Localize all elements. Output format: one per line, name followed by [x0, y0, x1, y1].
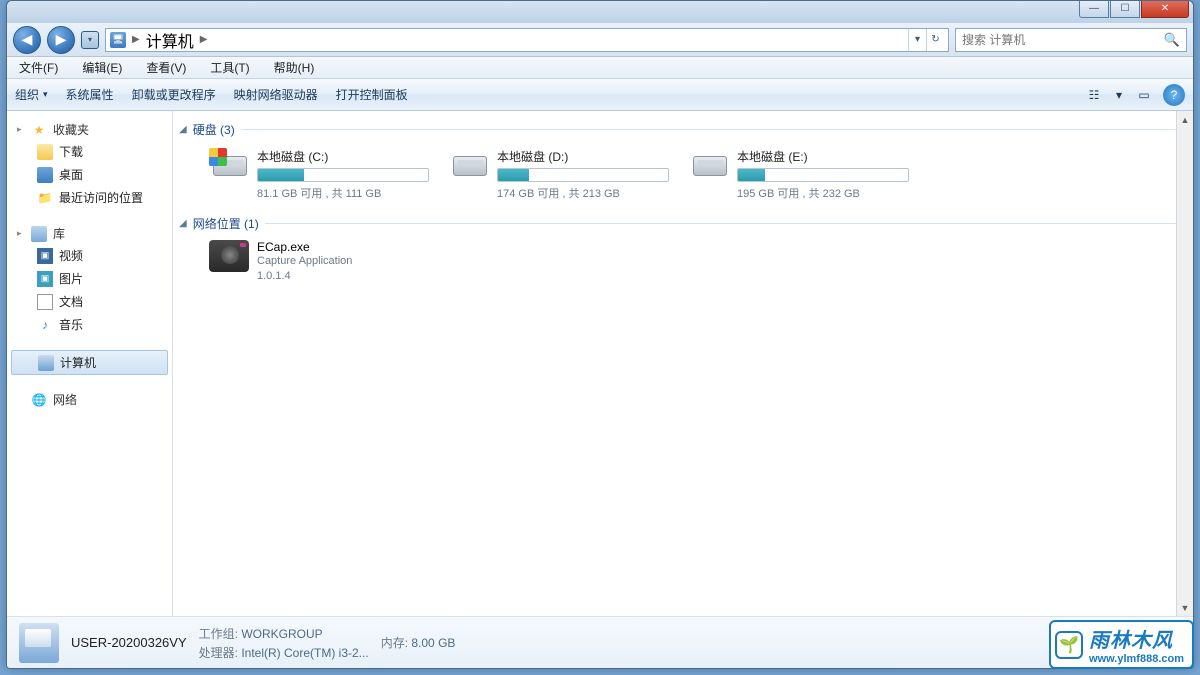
view-options-icon[interactable]: ☷	[1083, 84, 1105, 106]
drive-item[interactable]: 本地磁盘 (C:) 81.1 GB 可用 , 共 111 GB	[209, 148, 429, 201]
menu-edit[interactable]: 编辑(E)	[78, 57, 126, 78]
uninstall-programs-button[interactable]: 卸载或更改程序	[132, 86, 216, 103]
group-network-location[interactable]: ◢网络位置 (1)	[179, 211, 1183, 236]
netapp-version: 1.0.1.4	[257, 269, 352, 284]
drive-stat: 81.1 GB 可用 , 共 111 GB	[257, 185, 429, 201]
drive-icon	[689, 148, 729, 180]
search-icon[interactable]: 🔍	[1164, 32, 1180, 48]
drive-name: 本地磁盘 (D:)	[497, 148, 669, 165]
forward-button[interactable]: ▶	[47, 26, 75, 54]
history-dropdown[interactable]: ▾	[81, 31, 99, 49]
sidebar-network[interactable]: 🌐网络	[7, 389, 172, 410]
drive-name: 本地磁盘 (C:)	[257, 148, 429, 165]
navigation-pane: ▸★收藏夹 下载 桌面 📁最近访问的位置 ▸库 ▣视频 ▣图片 文档 ♪音乐 计…	[7, 111, 173, 616]
sidebar-favorites[interactable]: ▸★收藏夹	[7, 119, 172, 140]
command-bar: 组织 系统属性 卸载或更改程序 映射网络驱动器 打开控制面板 ☷ ▾ ▭ ?	[7, 79, 1193, 111]
menu-help[interactable]: 帮助(H)	[270, 57, 319, 78]
drive-name: 本地磁盘 (E:)	[737, 148, 909, 165]
network-app-item[interactable]: ECap.exe Capture Application 1.0.1.4	[179, 236, 1183, 285]
nav-toolbar: ◀ ▶ ▾ 🖥 ▶ 计算机 ▶ ▾ ↻ 🔍	[7, 23, 1193, 57]
sidebar-videos[interactable]: ▣视频	[7, 244, 172, 267]
watermark-url: www.ylmf888.com	[1089, 653, 1184, 665]
watermark-brand: 雨林木风	[1089, 624, 1184, 653]
sidebar-libraries[interactable]: ▸库	[7, 223, 172, 244]
details-pane: USER-20200326VY 工作组: WORKGROUP 处理器: Inte…	[7, 616, 1193, 668]
scroll-down-icon[interactable]: ▼	[1177, 599, 1193, 616]
sidebar-documents[interactable]: 文档	[7, 290, 172, 313]
minimize-button[interactable]: —	[1079, 0, 1109, 18]
maximize-button[interactable]: ☐	[1110, 0, 1140, 18]
organize-button[interactable]: 组织	[15, 86, 48, 103]
search-input[interactable]	[962, 33, 1164, 47]
breadcrumb-computer[interactable]: 计算机	[146, 28, 194, 52]
view-options-dropdown[interactable]: ▾	[1113, 84, 1125, 106]
capacity-bar	[497, 168, 669, 182]
breadcrumb-sep-icon: ▶	[132, 34, 140, 45]
watermark: 🌱 雨林木风 www.ylmf888.com	[1049, 620, 1194, 669]
drive-stat: 174 GB 可用 , 共 213 GB	[497, 185, 669, 201]
refresh-button[interactable]: ↻	[926, 29, 944, 51]
breadcrumb-sep-icon[interactable]: ▶	[200, 34, 208, 45]
memory-value: 8.00 GB	[411, 636, 455, 650]
content-pane: ◢硬盘 (3) 本地磁盘 (C:) 81.1 GB 可用 , 共 111 GB …	[173, 111, 1193, 616]
sidebar-music[interactable]: ♪音乐	[7, 313, 172, 336]
camera-icon	[209, 240, 249, 272]
drive-stat: 195 GB 可用 , 共 232 GB	[737, 185, 909, 201]
back-button[interactable]: ◀	[13, 26, 41, 54]
map-network-drive-button[interactable]: 映射网络驱动器	[234, 86, 318, 103]
explorer-window: — ☐ ✕ ◀ ▶ ▾ 🖥 ▶ 计算机 ▶ ▾ ↻ 🔍 文件(F) 编辑(E) …	[6, 0, 1194, 669]
drive-icon	[209, 148, 249, 180]
scroll-up-icon[interactable]: ▲	[1177, 111, 1193, 128]
drive-item[interactable]: 本地磁盘 (D:) 174 GB 可用 , 共 213 GB	[449, 148, 669, 201]
address-bar[interactable]: 🖥 ▶ 计算机 ▶ ▾ ↻	[105, 28, 949, 52]
sidebar-pictures[interactable]: ▣图片	[7, 267, 172, 290]
system-properties-button[interactable]: 系统属性	[66, 86, 114, 103]
netapp-name: ECap.exe	[257, 240, 352, 254]
search-box[interactable]: 🔍	[955, 28, 1187, 52]
address-dropdown[interactable]: ▾	[908, 29, 926, 51]
help-icon[interactable]: ?	[1163, 84, 1185, 106]
sidebar-downloads[interactable]: 下载	[7, 140, 172, 163]
drive-icon	[449, 148, 489, 180]
menu-view[interactable]: 查看(V)	[142, 57, 190, 78]
open-control-panel-button[interactable]: 打开控制面板	[336, 86, 408, 103]
capacity-bar	[737, 168, 909, 182]
netapp-desc: Capture Application	[257, 254, 352, 269]
menu-tools[interactable]: 工具(T)	[206, 57, 253, 78]
computer-icon: 🖥	[110, 32, 126, 48]
sidebar-computer[interactable]: 计算机	[11, 350, 168, 375]
workgroup-value: WORKGROUP	[241, 627, 322, 641]
scrollbar[interactable]: ▲ ▼	[1176, 111, 1193, 616]
group-hard-drives[interactable]: ◢硬盘 (3)	[179, 117, 1183, 142]
preview-pane-icon[interactable]: ▭	[1133, 84, 1155, 106]
titlebar: — ☐ ✕	[7, 1, 1193, 23]
cpu-value: Intel(R) Core(TM) i3-2...	[241, 646, 368, 660]
menu-file[interactable]: 文件(F)	[15, 57, 62, 78]
close-button[interactable]: ✕	[1141, 0, 1189, 18]
sidebar-recent[interactable]: 📁最近访问的位置	[7, 186, 172, 209]
drive-item[interactable]: 本地磁盘 (E:) 195 GB 可用 , 共 232 GB	[689, 148, 909, 201]
capacity-bar	[257, 168, 429, 182]
sidebar-desktop[interactable]: 桌面	[7, 163, 172, 186]
computer-name: USER-20200326VY	[71, 635, 187, 650]
menubar: 文件(F) 编辑(E) 查看(V) 工具(T) 帮助(H)	[7, 57, 1193, 79]
computer-large-icon	[19, 623, 59, 663]
leaf-icon: 🌱	[1055, 631, 1083, 659]
